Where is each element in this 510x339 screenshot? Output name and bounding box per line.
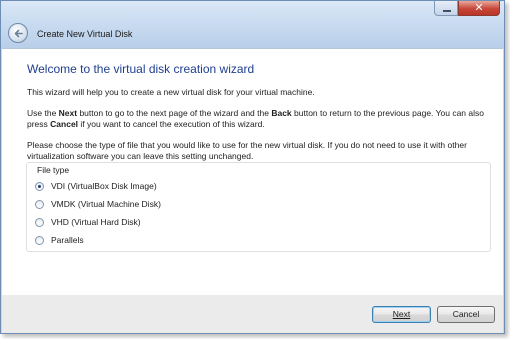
intro-text: This wizard will help you to create a ne…: [27, 87, 315, 97]
wizard-content: Welcome to the virtual disk creation wiz…: [2, 48, 503, 296]
back-arrow-icon: [14, 29, 23, 38]
help-text-back: Back: [271, 108, 292, 118]
close-icon: ✕: [474, 2, 484, 14]
radio-label-vdi: VDI (VirtualBox Disk Image): [51, 181, 157, 191]
radio-option-vmdk[interactable]: VMDK (Virtual Machine Disk): [35, 199, 161, 209]
minimize-icon: [443, 10, 451, 12]
radio-button-parallels[interactable]: [35, 235, 44, 245]
help-text-part: button to go to the next page of the wiz…: [77, 108, 272, 118]
file-type-group: File type VDI (VirtualBox Disk Image) VM…: [26, 162, 491, 252]
next-button[interactable]: Next: [372, 306, 431, 323]
file-type-group-title: File type: [37, 165, 70, 175]
help-text-part: if you want to cancel the execution of t…: [78, 119, 265, 129]
help-text-cancel: Cancel: [50, 119, 79, 129]
radio-option-vhd[interactable]: VHD (Virtual Hard Disk): [35, 217, 141, 227]
page-heading: Welcome to the virtual disk creation wiz…: [27, 62, 255, 76]
radio-button-vhd[interactable]: [35, 217, 44, 227]
navigation-help-text: Use the Next button to go to the next pa…: [27, 108, 497, 130]
title-bar: ✕ Create New Virtual Disk: [1, 1, 504, 48]
radio-option-vdi[interactable]: VDI (VirtualBox Disk Image): [35, 181, 157, 191]
radio-button-vmdk[interactable]: [35, 199, 44, 209]
window-controls: ✕: [434, 1, 500, 17]
wizard-window: ✕ Create New Virtual Disk Welcome to the…: [0, 0, 505, 334]
cancel-button-label: Cancel: [452, 309, 480, 319]
back-button[interactable]: [8, 23, 28, 43]
radio-label-vhd: VHD (Virtual Hard Disk): [51, 217, 141, 227]
minimize-button[interactable]: [434, 1, 458, 16]
file-type-instructions: Please choose the type of file that you …: [27, 140, 467, 161]
radio-label-parallels: Parallels: [51, 235, 84, 245]
next-button-label: Next: [392, 309, 411, 319]
help-text-part: Use the: [27, 108, 59, 118]
window-title: Create New Virtual Disk: [37, 29, 133, 39]
radio-button-vdi[interactable]: [35, 181, 44, 191]
radio-option-parallels[interactable]: Parallels: [35, 235, 84, 245]
radio-label-vmdk: VMDK (Virtual Machine Disk): [51, 199, 161, 209]
close-button[interactable]: ✕: [458, 1, 500, 16]
cancel-button[interactable]: Cancel: [437, 306, 495, 323]
button-bar: Next Cancel: [2, 295, 503, 333]
help-text-next: Next: [58, 108, 78, 118]
